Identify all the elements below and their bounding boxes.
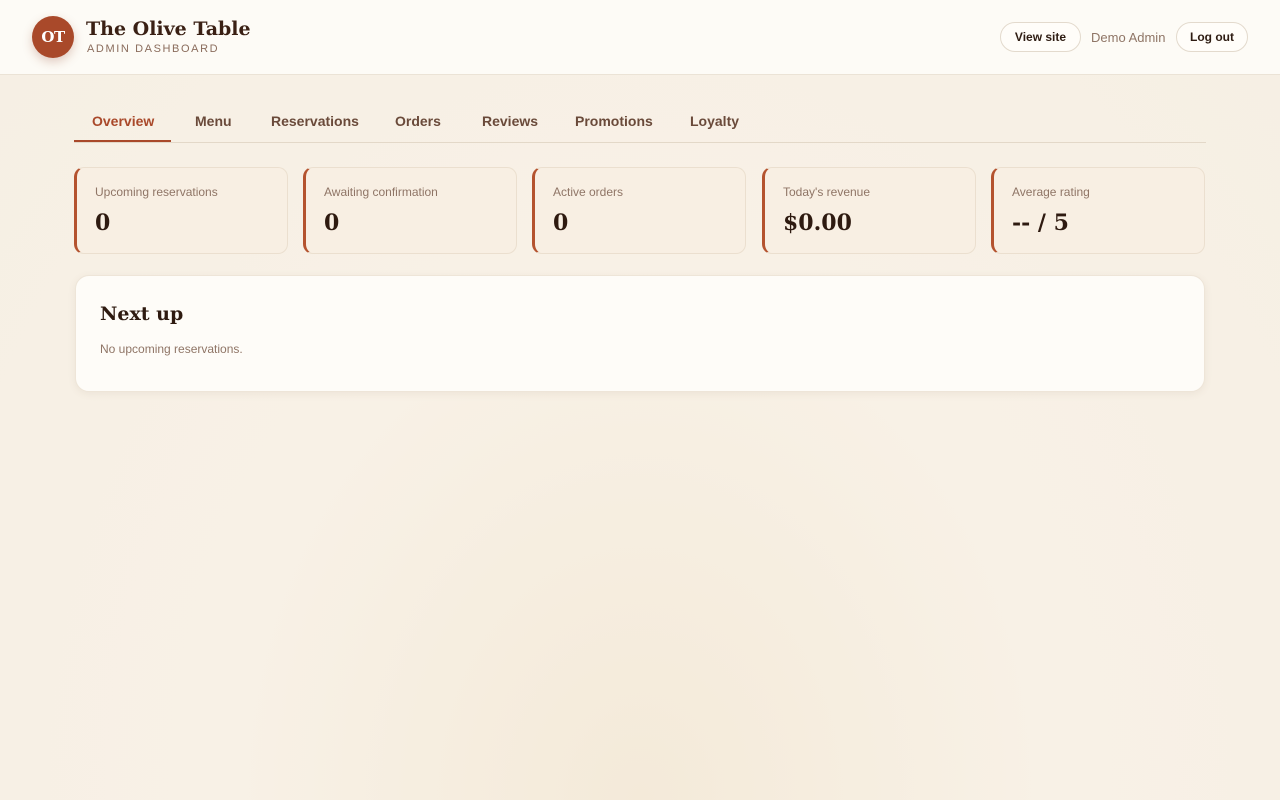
stat-card-todays-revenue: Today's revenue $0.00 [762, 167, 976, 254]
stat-label: Today's revenue [783, 185, 871, 199]
brand-subtitle: ADMIN DASHBOARD [87, 43, 220, 55]
current-user-name: Demo Admin [1091, 30, 1166, 45]
top-bar: OT The Olive Table ADMIN DASHBOARD View … [0, 0, 1280, 75]
stat-label: Awaiting confirmation [324, 185, 438, 199]
stat-value: 0 [324, 210, 340, 236]
stat-card-upcoming-reservations: Upcoming reservations 0 [74, 167, 288, 254]
next-up-empty-message: No upcoming reservations. [100, 342, 243, 356]
tab-promotions[interactable]: Promotions [575, 113, 653, 129]
stat-value: 0 [553, 210, 569, 236]
next-up-panel: Next up No upcoming reservations. [75, 275, 1205, 392]
dashboard-tabs: Overview Menu Reservations Orders Review… [74, 100, 1206, 143]
stat-label: Upcoming reservations [95, 185, 218, 199]
tab-loyalty[interactable]: Loyalty [690, 113, 739, 129]
stat-card-average-rating: Average rating -- / 5 [991, 167, 1205, 254]
view-site-button[interactable]: View site [1000, 22, 1081, 52]
stat-value: -- / 5 [1012, 210, 1069, 236]
tab-reservations[interactable]: Reservations [271, 113, 359, 129]
tab-menu[interactable]: Menu [195, 113, 232, 129]
tab-overview[interactable]: Overview [92, 113, 154, 129]
stat-label: Average rating [1012, 185, 1090, 199]
stat-value: $0.00 [783, 210, 852, 236]
tab-orders[interactable]: Orders [395, 113, 441, 129]
stat-label: Active orders [553, 185, 624, 199]
brand-title: The Olive Table [86, 18, 251, 40]
stat-card-active-orders: Active orders 0 [532, 167, 746, 254]
tab-reviews[interactable]: Reviews [482, 113, 538, 129]
stat-value: 0 [95, 210, 111, 236]
logo-badge[interactable]: OT [32, 16, 74, 58]
active-tab-indicator [74, 140, 171, 142]
next-up-title: Next up [100, 303, 184, 325]
stat-card-awaiting-confirmation: Awaiting confirmation 0 [303, 167, 517, 254]
logout-button[interactable]: Log out [1176, 22, 1248, 52]
